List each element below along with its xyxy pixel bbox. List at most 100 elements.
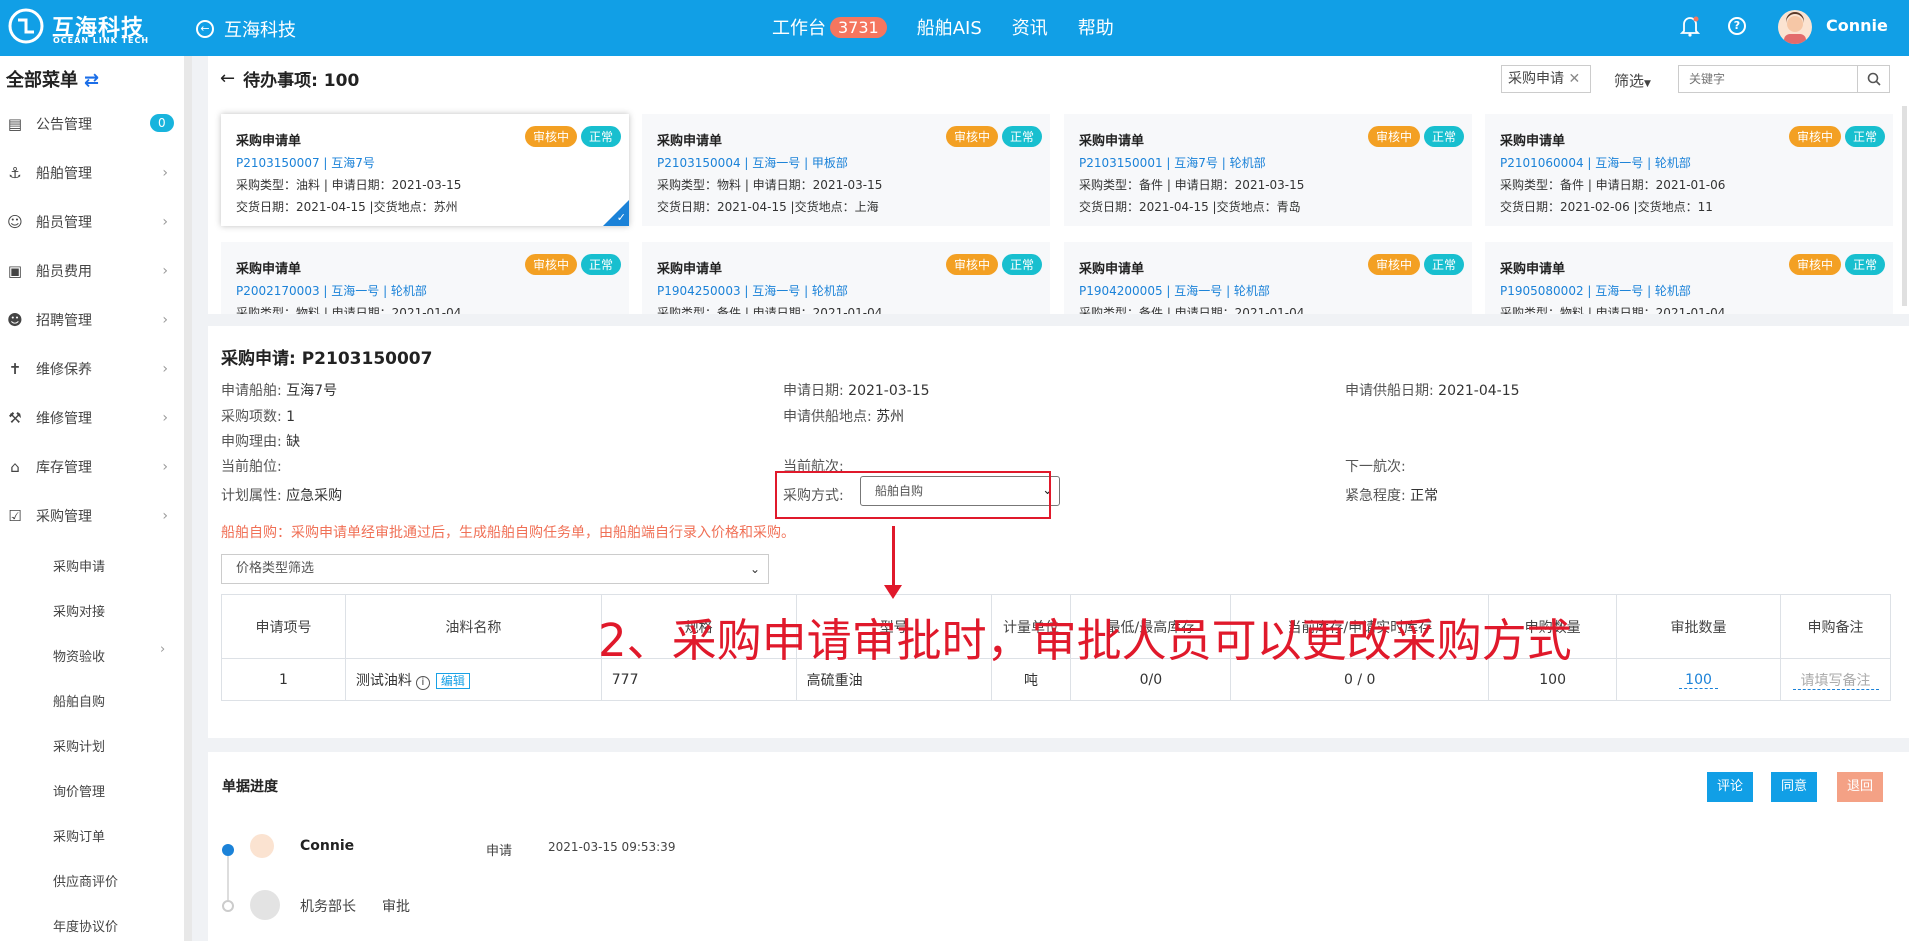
edit-button[interactable]: 编辑 <box>435 672 470 689</box>
reject-button[interactable]: 退回 <box>1837 772 1883 802</box>
todo-card[interactable]: 采购申请单 审核中 正常 P2103150004 | 互海一号 | 甲板部 采购… <box>642 114 1050 226</box>
todo-card[interactable]: 采购申请单 审核中 正常 P2002170003 | 互海一号 | 轮机部 采购… <box>221 242 629 314</box>
field-label: 申请日期: <box>783 383 844 399</box>
sidebar-item-label: 公告管理 <box>36 117 92 133</box>
price-type-filter[interactable]: 价格类型筛选 ⌄ <box>221 554 769 584</box>
comment-button[interactable]: 评论 <box>1707 772 1753 802</box>
col-header: 油料名称 <box>344 594 602 659</box>
sidebar-item-ship[interactable]: ⚓ 船舶管理 › <box>0 153 184 193</box>
status-badge: 审核中 <box>946 254 999 275</box>
todo-card[interactable]: 采购申请单 审核中 正常 P1904200005 | 互海一号 | 轮机部 采购… <box>1064 242 1472 314</box>
field-value: 2021-03-15 <box>848 383 930 399</box>
approve-qty-input[interactable]: 100 <box>1679 671 1718 689</box>
sidebar-subitem-self-purchase[interactable]: 船舶自购 <box>53 691 105 710</box>
todo-card[interactable]: 采购申请单 审核中 正常 P2103150001 | 互海7号 | 轮机部 采购… <box>1064 114 1472 226</box>
detail-title: 采购申请: P2103150007 <box>221 349 433 369</box>
sidebar-item-repair[interactable]: ⚒ 维修管理 › <box>0 398 184 438</box>
sidebar-title: 全部菜单 ⇄ <box>6 66 99 92</box>
card-line-delivery: 交货日期：2021-04-15 |交货地点：青岛 <box>1079 200 1301 214</box>
avatar[interactable] <box>1778 10 1812 44</box>
sidebar-subitem-plan[interactable]: 采购计划 <box>53 736 105 755</box>
field-value: 缺 <box>286 434 301 450</box>
col-header: 申请项号 <box>221 594 346 659</box>
field-berth: 当前舶位: <box>221 456 282 476</box>
sidebar-item-maintenance[interactable]: ✝ 维修保养 › <box>0 349 184 389</box>
sidebar-subitem-docking[interactable]: 采购对接 <box>53 601 105 620</box>
sidebar-item-label: 维修管理 <box>36 411 92 427</box>
nav-help[interactable]: 帮助 <box>1078 14 1114 40</box>
person-icon: ☺ <box>7 213 23 231</box>
sidebar-subitem-apply[interactable]: 采购申请 <box>53 556 105 575</box>
level-badge: 正常 <box>581 126 622 147</box>
note-input[interactable]: 请填写备注 <box>1792 672 1879 690</box>
card-line-id: P2103150001 | 互海7号 | 轮机部 <box>1079 156 1266 170</box>
sidebar-subitem-acceptance[interactable]: 物资验收 <box>53 646 105 665</box>
card-line-type: 采购类型：油料 | 申请日期：2021-03-15 <box>236 178 462 192</box>
field-value: 应急采购 <box>286 488 343 504</box>
todo-card[interactable]: 采购申请单 审核中 正常 P1905080002 | 互海一号 | 轮机部 采购… <box>1485 242 1893 314</box>
filter-tag-label: 采购申请 <box>1508 71 1564 87</box>
level-badge: 正常 <box>581 254 622 275</box>
sidebar-subitem-supplier-eval[interactable]: 供应商评价 <box>53 871 118 890</box>
chevron-right-icon: › <box>162 361 168 377</box>
level-badge: 正常 <box>1002 254 1043 275</box>
bell-icon[interactable] <box>1680 15 1700 37</box>
user-name[interactable]: Connie <box>1826 16 1888 35</box>
back-arrow-icon[interactable]: ← <box>220 68 235 89</box>
search-input[interactable] <box>1678 65 1858 93</box>
info-icon[interactable]: i <box>415 675 430 690</box>
field-value: 正常 <box>1410 488 1439 504</box>
cart-icon: ☑ <box>8 507 22 525</box>
card-line-type: 采购类型：备件 | 申请日期：2021-01-06 <box>1500 178 1726 192</box>
filter-button[interactable]: 筛选▼ <box>1614 70 1651 91</box>
field-plan: 计划属性: 应急采购 <box>221 485 342 505</box>
sidebar-item-crew-fee[interactable]: ▣ 船员费用 › <box>0 251 184 291</box>
level-badge: 正常 <box>1845 126 1886 147</box>
level-badge: 正常 <box>1002 126 1043 147</box>
todo-card[interactable]: 采购申请单 审核中 正常 P2101060004 | 互海一号 | 轮机部 采购… <box>1485 114 1893 226</box>
back-arrow-icon: ← <box>196 20 214 38</box>
sidebar-item-recruit[interactable]: ☻ 招聘管理 › <box>0 300 184 340</box>
todo-card[interactable]: 采购申请单 审核中 正常 P2103150007 | 互海7号 采购类型：油料 … <box>221 114 629 226</box>
nav-workbench[interactable]: 工作台 <box>772 14 826 40</box>
timeline-dot-active <box>222 844 234 856</box>
field-supply-date: 申请供船日期: 2021-04-15 <box>1345 380 1520 400</box>
status-badge: 审核中 <box>1368 254 1421 275</box>
sidebar-item-purchase[interactable]: ☑ 采购管理 › <box>0 496 184 536</box>
todo-title: 待办事项: 100 <box>243 71 360 91</box>
todo-card[interactable]: 采购申请单 审核中 正常 P1904250003 | 互海一号 | 轮机部 采购… <box>642 242 1050 314</box>
card-line-id: P1905080002 | 互海一号 | 轮机部 <box>1500 284 1691 298</box>
card-line-type: 采购类型：备件 | 申请日期：2021-03-15 <box>1079 178 1305 192</box>
help-icon[interactable]: ? <box>1728 17 1746 35</box>
sidebar: 全部菜单 ⇄ ▤ 公告管理 0 ⚓ 船舶管理 › ☺ 船员管理 › ▣ 船员费用 › ☻ 招聘管理… <box>0 56 192 941</box>
close-icon[interactable]: ✕ <box>1568 71 1580 87</box>
field-ship: 申请船舶: 互海7号 <box>221 380 337 400</box>
item-name: 测试油料 <box>355 672 412 689</box>
workbench-count-badge: 3731 <box>830 16 887 38</box>
sidebar-subitem-inquiry[interactable]: 询价管理 <box>53 781 105 800</box>
progress-title: 单据进度 <box>222 779 278 795</box>
field-next-voyage: 下一航次: <box>1345 456 1406 476</box>
switch-icon[interactable]: ⇄ <box>84 70 99 91</box>
step-action: 审批 <box>382 899 410 915</box>
nav-news[interactable]: 资讯 <box>1012 14 1048 40</box>
field-place: 申请供船地点: 苏州 <box>783 406 904 426</box>
sidebar-subitem-annual-price[interactable]: 年度协议价 <box>53 916 118 935</box>
sidebar-item-label: 招聘管理 <box>36 313 92 329</box>
card-line-id: P2103150004 | 互海一号 | 甲板部 <box>657 156 848 170</box>
cell-name: 测试油料 i 编辑 <box>344 658 602 701</box>
sidebar-subitem-order[interactable]: 采购订单 <box>53 826 105 845</box>
anchor-icon: ⚓ <box>8 164 22 182</box>
search-button[interactable] <box>1858 65 1890 93</box>
nav-ais[interactable]: 船舶AIS <box>917 14 982 40</box>
company-switch[interactable]: ← 互海科技 <box>196 16 296 42</box>
card-title: 采购申请单 <box>1500 262 1566 277</box>
sidebar-item-crew[interactable]: ☺ 船员管理 › <box>0 202 184 242</box>
sidebar-item-announcement[interactable]: ▤ 公告管理 0 <box>0 104 184 144</box>
filter-tag[interactable]: 采购申请 ✕ <box>1501 65 1591 93</box>
step-time: 2021-03-15 09:53:39 <box>548 840 676 854</box>
agree-button[interactable]: 同意 <box>1771 772 1817 802</box>
cards-scrollbar[interactable] <box>1902 106 1907 306</box>
logo-icon <box>8 8 44 44</box>
sidebar-item-inventory[interactable]: ⌂ 库存管理 › <box>0 447 184 487</box>
